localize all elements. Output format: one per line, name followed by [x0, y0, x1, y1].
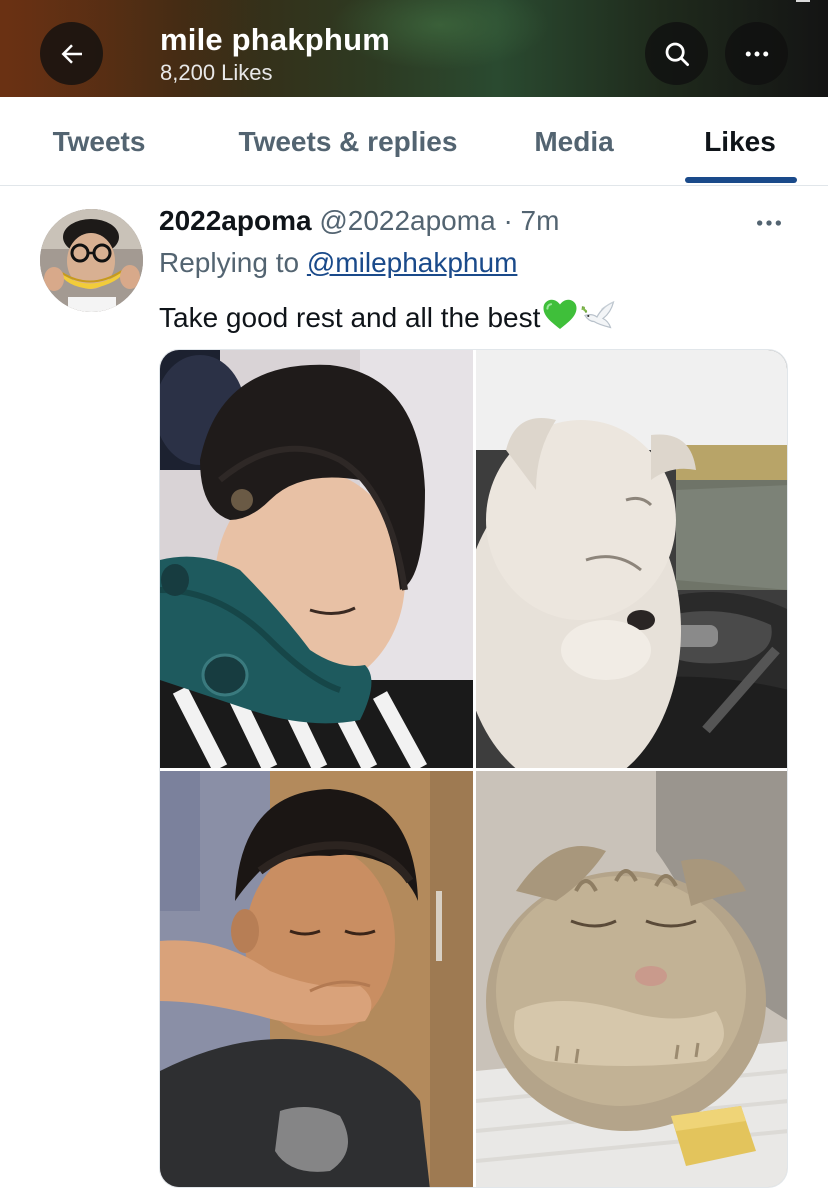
tweet-author-line: 2022apoma @2022apoma · 7m: [159, 205, 559, 237]
tweet-media-grid[interactable]: [159, 349, 788, 1188]
tab-tweets[interactable]: Tweets: [38, 97, 160, 186]
avatar[interactable]: [40, 209, 143, 312]
tab-tweets-and-replies[interactable]: Tweets & replies: [222, 97, 474, 186]
replying-to-line: Replying to @milephakphum: [159, 247, 517, 279]
dozing-person-image: [160, 771, 473, 1187]
media-image-4[interactable]: [476, 771, 787, 1187]
tweet-text: Take good rest and all the best: [159, 296, 620, 339]
green-heart-icon: [542, 297, 578, 338]
profile-name: mile phakphum: [160, 22, 390, 57]
search-button[interactable]: [645, 22, 708, 85]
avatar-image: [40, 209, 143, 312]
sleeping-cat-image: [476, 771, 787, 1187]
active-tab-indicator: [685, 177, 797, 183]
likes-count: 8,200 Likes: [160, 60, 273, 85]
sleeping-puppy-image: [476, 350, 787, 768]
media-image-2[interactable]: [476, 350, 787, 768]
separator-dot: ·: [503, 205, 513, 236]
tab-likes[interactable]: Likes: [690, 97, 790, 186]
search-icon: [665, 42, 689, 66]
author-handle[interactable]: @2022apoma: [319, 205, 495, 236]
dove-icon: [580, 296, 620, 339]
tweet-timestamp[interactable]: 7m: [521, 205, 560, 236]
tweet-body: Take good rest and all the best: [159, 301, 541, 333]
profile-tabs: Tweets Tweets & replies Media Likes: [0, 97, 828, 186]
sleeping-person-pillow-image: [160, 350, 473, 768]
author-display-name[interactable]: 2022apoma: [159, 205, 312, 236]
more-button[interactable]: [725, 22, 788, 85]
media-image-3[interactable]: [160, 771, 473, 1187]
arrow-left-icon: [61, 43, 82, 64]
back-button[interactable]: [40, 22, 103, 85]
tweet-more-button[interactable]: [744, 205, 794, 241]
status-bar-sliver: [796, 0, 810, 2]
more-horizontal-icon: [745, 51, 768, 56]
tab-media[interactable]: Media: [520, 97, 628, 186]
media-image-1[interactable]: [160, 350, 473, 768]
more-horizontal-icon: [757, 220, 781, 226]
reply-mention-link[interactable]: @milephakphum: [307, 247, 518, 278]
replying-prefix: Replying to: [159, 247, 300, 278]
profile-header: mile phakphum 8,200 Likes: [0, 0, 828, 97]
